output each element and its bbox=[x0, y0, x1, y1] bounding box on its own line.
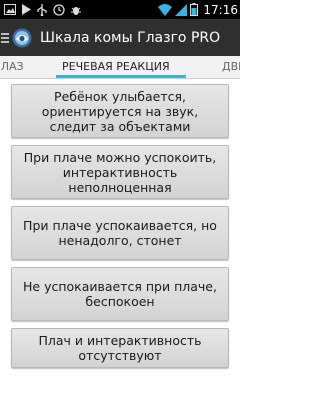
wifi-icon bbox=[158, 3, 173, 16]
action-bar: Шкала комы Глазго PRO bbox=[0, 19, 240, 56]
option-button[interactable]: Ребёнок улыбается, ориентируется на звук… bbox=[11, 84, 229, 138]
option-button[interactable]: Не успокаивается при плаче, беспокоен bbox=[11, 267, 229, 321]
play-icon bbox=[21, 4, 31, 15]
option-button[interactable]: При плаче успокаивается, но ненадолго, с… bbox=[11, 206, 229, 260]
battery-icon bbox=[190, 3, 199, 16]
usb-icon bbox=[36, 3, 48, 16]
tab-strip: ГЛАЗ РЕЧЕВАЯ РЕАКЦИЯ ДВИГ bbox=[0, 56, 240, 78]
status-clock: 17:16 bbox=[203, 2, 238, 17]
image-icon bbox=[4, 4, 16, 15]
drawer-menu-icon[interactable] bbox=[1, 32, 9, 43]
option-button[interactable]: Плач и интерактивность отсутствуют bbox=[11, 328, 229, 368]
tab-motor[interactable]: ДВИГ bbox=[222, 56, 240, 78]
verbal-response-options: Ребёнок улыбается, ориентируется на звук… bbox=[11, 84, 229, 375]
system-icons: 17:16 bbox=[158, 1, 238, 18]
notification-icons bbox=[4, 2, 82, 17]
app-title: Шкала комы Глазго PRO bbox=[40, 29, 221, 46]
status-bar: 17:16 bbox=[0, 0, 240, 19]
bug-icon bbox=[70, 4, 82, 16]
app-logo-icon[interactable] bbox=[12, 28, 32, 48]
tab-eye[interactable]: ГЛАЗ bbox=[0, 56, 24, 78]
signal-icon bbox=[175, 3, 188, 16]
clock-icon bbox=[53, 3, 65, 16]
option-button[interactable]: При плаче можно успокоить, интерактивнос… bbox=[11, 145, 229, 199]
tab-divider bbox=[0, 78, 240, 79]
